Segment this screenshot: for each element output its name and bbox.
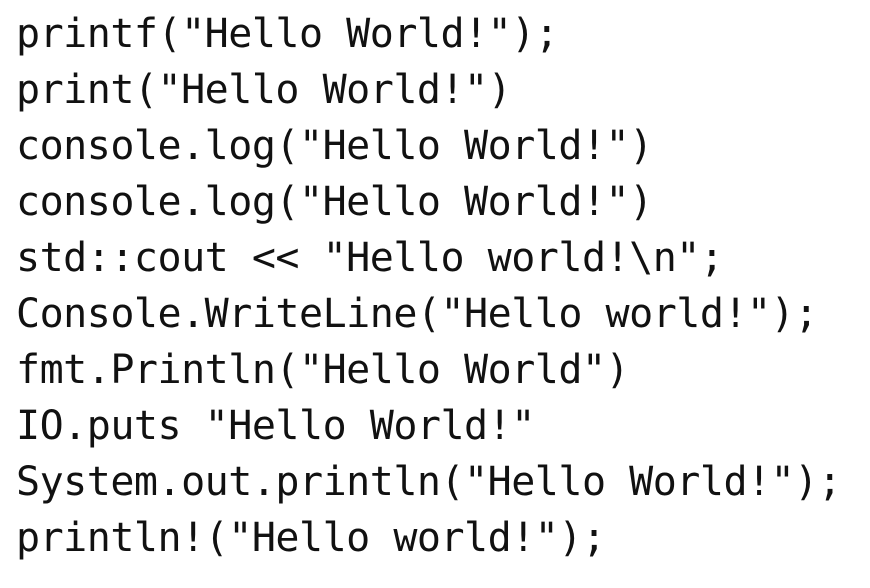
code-line-elixir: IO.puts "Hello World!"	[16, 403, 535, 449]
code-snippet-block: printf("Hello World!"); print("Hello Wor…	[0, 0, 870, 588]
code-line-typescript: console.log("Hello World!")	[16, 179, 653, 225]
code-line-rust: println!("Hello world!");	[16, 515, 606, 561]
code-line-python: print("Hello World!")	[16, 67, 512, 113]
code-line-java: System.out.println("Hello World!");	[16, 459, 842, 505]
code-line-go: fmt.Println("Hello World")	[16, 347, 630, 393]
code-line-javascript: console.log("Hello World!")	[16, 123, 653, 169]
code-line-c: printf("Hello World!");	[16, 11, 559, 57]
code-line-csharp: Console.WriteLine("Hello world!");	[16, 291, 818, 337]
code-line-cpp: std::cout << "Hello world!\n";	[16, 235, 724, 281]
